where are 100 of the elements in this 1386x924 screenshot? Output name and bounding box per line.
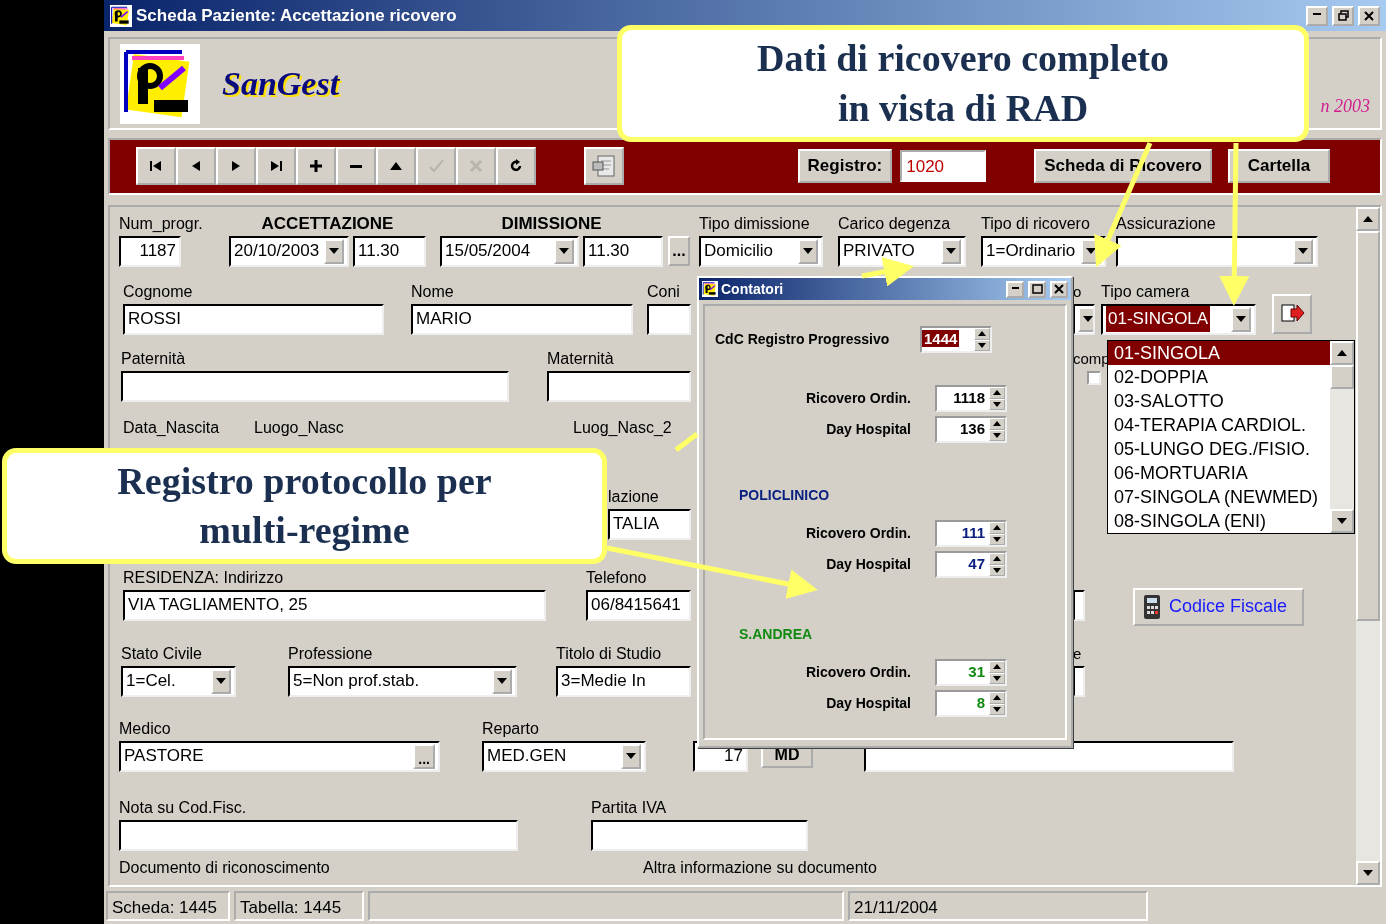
dropdown-field[interactable]: 5=Non prof.stab. — [288, 665, 517, 697]
next-button[interactable] — [216, 147, 256, 186]
spin-field[interactable]: 111 — [935, 520, 1007, 547]
scrollbar-thumb[interactable] — [1330, 365, 1354, 389]
spin-field[interactable]: 1444 — [920, 326, 992, 353]
minus-button[interactable] — [336, 147, 376, 186]
dropdown-option[interactable]: 05-LUNGO DEG./FISIO. — [1108, 437, 1330, 461]
leader-line — [674, 432, 699, 452]
spin-field[interactable]: 1118 — [935, 385, 1007, 412]
up-arrow-icon — [993, 664, 1001, 670]
dropdown-field[interactable] — [1073, 303, 1095, 335]
text-field[interactable] — [591, 819, 808, 851]
lookup-field[interactable]: PASTORE ... — [119, 740, 440, 772]
dropdown-arrow-icon — [1083, 316, 1093, 323]
previous-button[interactable] — [176, 147, 216, 186]
ellipsis-button[interactable]: ... — [413, 743, 435, 769]
down-arrow-icon — [1363, 869, 1373, 876]
up-arrow-icon — [993, 421, 1001, 427]
spin-field[interactable]: 47 — [935, 551, 1007, 578]
dropdown-field[interactable]: 1=Ordinario — [981, 235, 1106, 267]
dropdown-arrow-icon — [803, 248, 813, 255]
callout-arrow — [861, 257, 914, 287]
scroll-up-button[interactable] — [1356, 206, 1380, 231]
text-field[interactable]: VIA TAGLIAMENTO, 25 — [123, 589, 546, 621]
field-label: ACCETTAZIONE — [261, 213, 394, 235]
scrollbar[interactable] — [1356, 206, 1380, 885]
dropdown-field[interactable]: MED.GEN — [482, 740, 646, 772]
first-record-button[interactable] — [136, 147, 176, 186]
dropdown-field[interactable]: Domicilio — [699, 235, 823, 267]
field-label: Nome — [411, 281, 454, 302]
down-arrow-icon — [993, 401, 1001, 407]
dropdown-option[interactable]: 06-MORTUARIA — [1108, 461, 1330, 485]
spin-field[interactable]: 136 — [935, 416, 1007, 443]
field-label: DIMISSIONE — [501, 213, 602, 235]
maximize-button[interactable] — [1028, 280, 1046, 298]
dropdown-field[interactable]: PRIVATO — [838, 235, 966, 267]
dropdown-option[interactable]: 01-SINGOLA — [1108, 341, 1330, 365]
number-field[interactable]: 1187 — [119, 235, 181, 267]
dropdown-arrow-icon — [1236, 316, 1246, 323]
field-label: Tipo dimissione — [699, 213, 810, 234]
text-field[interactable]: 3=Medie In — [556, 665, 691, 697]
text-field[interactable] — [119, 819, 518, 851]
field-label: Stato Civile — [121, 643, 202, 664]
text-field[interactable] — [547, 370, 691, 402]
field-label: Assicurazione — [1116, 213, 1216, 234]
spin-field[interactable]: 31 — [935, 659, 1007, 686]
last-record-button[interactable] — [256, 147, 296, 186]
text-field[interactable]: 06/8415641 — [586, 589, 691, 621]
close-button[interactable] — [1358, 5, 1380, 26]
spin-field[interactable]: 8 — [935, 690, 1007, 717]
text-field[interactable] — [647, 303, 691, 335]
dropdown-field[interactable] — [1116, 235, 1318, 267]
small-button[interactable]: ... — [668, 235, 690, 266]
dropdown-option[interactable]: 07-SINGOLA (NEWMED) — [1108, 485, 1330, 509]
dropdown-field[interactable]: 15/05/2004 — [440, 235, 579, 267]
minimize-button[interactable] — [1006, 280, 1024, 298]
time-field[interactable]: 11.30 — [583, 235, 663, 267]
field-label: Partita IVA — [591, 797, 667, 818]
scroll-down-button[interactable] — [1356, 860, 1380, 885]
counter-label: Day Hospital — [826, 555, 911, 574]
checkbox[interactable] — [1087, 370, 1101, 385]
counter-label: Ricovero Ordin. — [805, 524, 911, 543]
export-arrow-button[interactable] — [1272, 293, 1312, 334]
text-field[interactable]: TALIA — [608, 508, 691, 540]
down-arrow-icon — [978, 342, 986, 348]
field-label: Maternità — [547, 348, 614, 369]
restore-button[interactable] — [1332, 5, 1354, 26]
text-field[interactable] — [121, 370, 509, 402]
callout-box: Registro protocollo per multi-regime — [2, 448, 607, 564]
registro-field[interactable]: 1020 — [900, 150, 987, 183]
time-field[interactable]: 11.30 — [353, 235, 426, 267]
scroll-down-button[interactable] — [1330, 509, 1354, 533]
dropdown-option[interactable]: 03-SALOTTO — [1108, 389, 1330, 413]
up-triangle-button[interactable] — [376, 147, 416, 186]
field-label: Documento di riconoscimento — [119, 857, 330, 878]
redo-arrow-button[interactable] — [496, 147, 536, 186]
up-arrow-icon — [993, 695, 1001, 701]
text-field[interactable]: MARIO — [411, 303, 633, 335]
scroll-up-button[interactable] — [1330, 341, 1354, 365]
close-button[interactable] — [1050, 280, 1068, 298]
registro-button[interactable]: Registro: — [797, 149, 893, 184]
plus-button[interactable] — [296, 147, 336, 186]
dropdown-field[interactable]: 1=Cel. — [121, 665, 236, 697]
field-label: Medico — [119, 718, 171, 739]
toolbar-button[interactable]: Cartella — [1228, 149, 1330, 184]
export-button[interactable] — [584, 147, 624, 186]
scrollbar-thumb[interactable] — [1356, 230, 1380, 621]
up-arrow-icon — [993, 525, 1001, 531]
list-scrollbar[interactable] — [1330, 341, 1354, 533]
status-panel: Tabella: 1445 — [234, 890, 364, 921]
text-field[interactable]: ROSSI — [123, 303, 384, 335]
dropdown-field[interactable]: 20/10/2003 — [229, 235, 349, 267]
dropdown-field[interactable]: 01-SINGOLA — [1101, 303, 1256, 335]
close-icon — [1054, 284, 1064, 294]
dropdown-arrow-icon — [946, 248, 956, 255]
minimize-button[interactable] — [1306, 5, 1328, 26]
dropdown-option[interactable]: 04-TERAPIA CARDIOL. — [1108, 413, 1330, 437]
codice-fiscale-button[interactable]: Codice Fiscale — [1133, 587, 1304, 626]
dropdown-option[interactable]: 02-DOPPIA — [1108, 365, 1330, 389]
dropdown-option[interactable]: 08-SINGOLA (ENI) — [1108, 509, 1330, 533]
